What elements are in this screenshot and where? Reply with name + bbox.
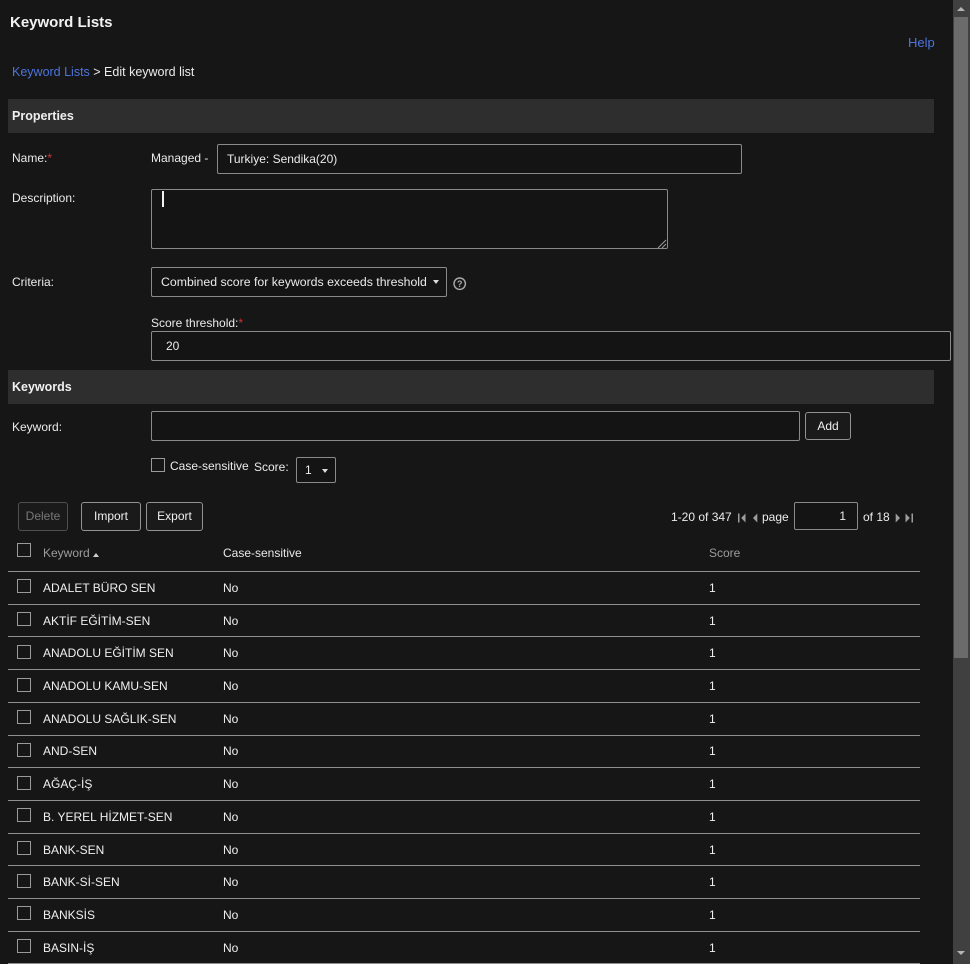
svg-text:?: ? <box>457 279 463 289</box>
